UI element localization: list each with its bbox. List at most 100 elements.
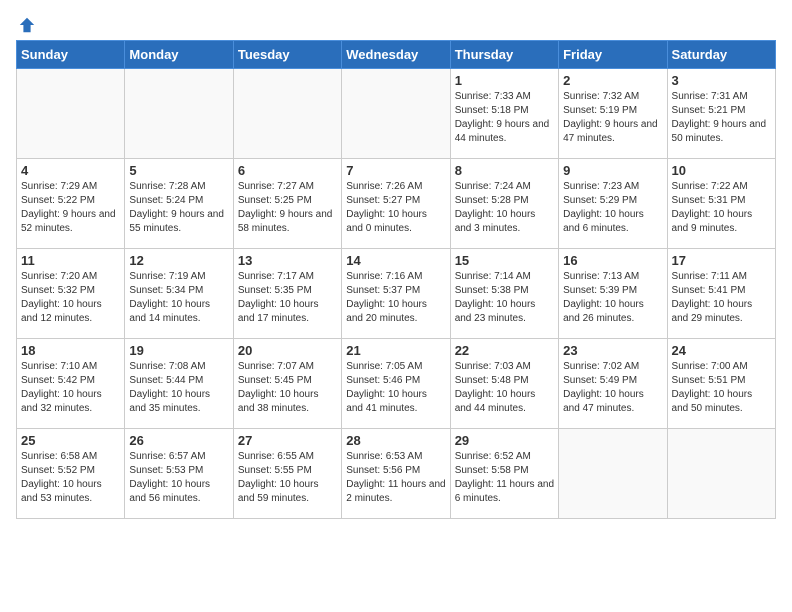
calendar-cell: 28 Sunrise: 6:53 AM Sunset: 5:56 PM Dayli…	[342, 429, 450, 519]
day-info: Sunrise: 6:53 AM Sunset: 5:56 PM Dayligh…	[346, 450, 445, 506]
day-info: Sunrise: 7:16 AM Sunset: 5:37 PM Dayligh…	[346, 270, 445, 326]
calendar-cell	[559, 429, 667, 519]
day-info: Sunrise: 7:23 AM Sunset: 5:29 PM Dayligh…	[563, 180, 662, 236]
day-number: 3	[672, 73, 771, 88]
calendar-cell	[125, 69, 233, 159]
day-number: 12	[129, 253, 228, 268]
day-info: Sunrise: 7:14 AM Sunset: 5:38 PM Dayligh…	[455, 270, 554, 326]
day-number: 18	[21, 343, 120, 358]
day-number: 26	[129, 433, 228, 448]
day-info: Sunrise: 7:07 AM Sunset: 5:45 PM Dayligh…	[238, 360, 337, 416]
day-number: 16	[563, 253, 662, 268]
day-info: Sunrise: 7:11 AM Sunset: 5:41 PM Dayligh…	[672, 270, 771, 326]
day-info: Sunrise: 7:08 AM Sunset: 5:44 PM Dayligh…	[129, 360, 228, 416]
day-number: 14	[346, 253, 445, 268]
weekday-header: Saturday	[667, 41, 775, 69]
day-number: 8	[455, 163, 554, 178]
weekday-header: Monday	[125, 41, 233, 69]
day-number: 23	[563, 343, 662, 358]
calendar-cell	[342, 69, 450, 159]
calendar-cell: 18 Sunrise: 7:10 AM Sunset: 5:42 PM Dayli…	[17, 339, 125, 429]
calendar-cell: 25 Sunrise: 6:58 AM Sunset: 5:52 PM Dayli…	[17, 429, 125, 519]
day-number: 9	[563, 163, 662, 178]
logo	[16, 16, 36, 30]
calendar-cell: 20 Sunrise: 7:07 AM Sunset: 5:45 PM Dayli…	[233, 339, 341, 429]
day-info: Sunrise: 7:24 AM Sunset: 5:28 PM Dayligh…	[455, 180, 554, 236]
calendar-week-row: 11 Sunrise: 7:20 AM Sunset: 5:32 PM Dayli…	[17, 249, 776, 339]
day-info: Sunrise: 6:55 AM Sunset: 5:55 PM Dayligh…	[238, 450, 337, 506]
calendar-cell: 2 Sunrise: 7:32 AM Sunset: 5:19 PM Daylig…	[559, 69, 667, 159]
day-info: Sunrise: 7:00 AM Sunset: 5:51 PM Dayligh…	[672, 360, 771, 416]
day-info: Sunrise: 6:58 AM Sunset: 5:52 PM Dayligh…	[21, 450, 120, 506]
calendar-cell	[667, 429, 775, 519]
calendar-cell: 6Sunrise: 7:27 AM Sunset: 5:25 PM Daylig…	[233, 159, 341, 249]
weekday-header: Friday	[559, 41, 667, 69]
calendar-cell: 29 Sunrise: 6:52 AM Sunset: 5:58 PM Dayli…	[450, 429, 558, 519]
day-number: 11	[21, 253, 120, 268]
day-info: Sunrise: 7:26 AM Sunset: 5:27 PM Dayligh…	[346, 180, 445, 236]
day-info: Sunrise: 7:03 AM Sunset: 5:48 PM Dayligh…	[455, 360, 554, 416]
day-number: 22	[455, 343, 554, 358]
day-number: 19	[129, 343, 228, 358]
day-number: 17	[672, 253, 771, 268]
day-number: 4	[21, 163, 120, 178]
day-number: 15	[455, 253, 554, 268]
calendar-cell: 8 Sunrise: 7:24 AM Sunset: 5:28 PM Daylig…	[450, 159, 558, 249]
day-number: 25	[21, 433, 120, 448]
calendar-cell: 3 Sunrise: 7:31 AM Sunset: 5:21 PM Daylig…	[667, 69, 775, 159]
day-info: Sunrise: 7:31 AM Sunset: 5:21 PM Dayligh…	[672, 90, 771, 146]
calendar-cell: 11 Sunrise: 7:20 AM Sunset: 5:32 PM Dayli…	[17, 249, 125, 339]
calendar-week-row: 1Sunrise: 7:33 AM Sunset: 5:18 PM Daylig…	[17, 69, 776, 159]
day-info: Sunrise: 7:13 AM Sunset: 5:39 PM Dayligh…	[563, 270, 662, 326]
calendar-cell: 13 Sunrise: 7:17 AM Sunset: 5:35 PM Dayli…	[233, 249, 341, 339]
calendar-week-row: 25 Sunrise: 6:58 AM Sunset: 5:52 PM Dayli…	[17, 429, 776, 519]
calendar-cell: 7 Sunrise: 7:26 AM Sunset: 5:27 PM Daylig…	[342, 159, 450, 249]
day-info: Sunrise: 6:52 AM Sunset: 5:58 PM Dayligh…	[455, 450, 554, 506]
day-info: Sunrise: 7:22 AM Sunset: 5:31 PM Dayligh…	[672, 180, 771, 236]
calendar-cell: 12 Sunrise: 7:19 AM Sunset: 5:34 PM Dayli…	[125, 249, 233, 339]
day-info: Sunrise: 7:19 AM Sunset: 5:34 PM Dayligh…	[129, 270, 228, 326]
day-number: 20	[238, 343, 337, 358]
day-number: 13	[238, 253, 337, 268]
day-info: Sunrise: 7:10 AM Sunset: 5:42 PM Dayligh…	[21, 360, 120, 416]
day-info: Sunrise: 7:20 AM Sunset: 5:32 PM Dayligh…	[21, 270, 120, 326]
logo-icon	[18, 16, 36, 34]
day-info: Sunrise: 7:05 AM Sunset: 5:46 PM Dayligh…	[346, 360, 445, 416]
calendar-cell	[233, 69, 341, 159]
calendar-cell: 4Sunrise: 7:29 AM Sunset: 5:22 PM Daylig…	[17, 159, 125, 249]
calendar-cell: 24 Sunrise: 7:00 AM Sunset: 5:51 PM Dayli…	[667, 339, 775, 429]
day-info: Sunrise: 7:02 AM Sunset: 5:49 PM Dayligh…	[563, 360, 662, 416]
calendar-cell: 19 Sunrise: 7:08 AM Sunset: 5:44 PM Dayli…	[125, 339, 233, 429]
calendar-cell: 5 Sunrise: 7:28 AM Sunset: 5:24 PM Daylig…	[125, 159, 233, 249]
day-info: Sunrise: 7:17 AM Sunset: 5:35 PM Dayligh…	[238, 270, 337, 326]
day-number: 2	[563, 73, 662, 88]
day-number: 29	[455, 433, 554, 448]
day-number: 21	[346, 343, 445, 358]
day-info: Sunrise: 7:28 AM Sunset: 5:24 PM Dayligh…	[129, 180, 228, 236]
day-number: 24	[672, 343, 771, 358]
page-header	[16, 16, 776, 30]
calendar-cell: 23 Sunrise: 7:02 AM Sunset: 5:49 PM Dayli…	[559, 339, 667, 429]
weekday-header: Tuesday	[233, 41, 341, 69]
day-info: Sunrise: 7:33 AM Sunset: 5:18 PM Dayligh…	[455, 90, 554, 146]
calendar-cell: 27Sunrise: 6:55 AM Sunset: 5:55 PM Dayli…	[233, 429, 341, 519]
calendar-cell: 1Sunrise: 7:33 AM Sunset: 5:18 PM Daylig…	[450, 69, 558, 159]
day-number: 5	[129, 163, 228, 178]
calendar-cell: 16 Sunrise: 7:13 AM Sunset: 5:39 PM Dayli…	[559, 249, 667, 339]
calendar-cell: 21 Sunrise: 7:05 AM Sunset: 5:46 PM Dayli…	[342, 339, 450, 429]
calendar-cell: 22 Sunrise: 7:03 AM Sunset: 5:48 PM Dayli…	[450, 339, 558, 429]
calendar-cell: 10 Sunrise: 7:22 AM Sunset: 5:31 PM Dayli…	[667, 159, 775, 249]
day-number: 10	[672, 163, 771, 178]
calendar-cell	[17, 69, 125, 159]
calendar-week-row: 18 Sunrise: 7:10 AM Sunset: 5:42 PM Dayli…	[17, 339, 776, 429]
calendar-table: SundayMondayTuesdayWednesdayThursdayFrid…	[16, 40, 776, 519]
calendar-cell: 17 Sunrise: 7:11 AM Sunset: 5:41 PM Dayli…	[667, 249, 775, 339]
day-number: 6	[238, 163, 337, 178]
day-number: 7	[346, 163, 445, 178]
day-info: Sunrise: 7:32 AM Sunset: 5:19 PM Dayligh…	[563, 90, 662, 146]
day-info: Sunrise: 6:57 AM Sunset: 5:53 PM Dayligh…	[129, 450, 228, 506]
day-number: 28	[346, 433, 445, 448]
calendar-week-row: 4Sunrise: 7:29 AM Sunset: 5:22 PM Daylig…	[17, 159, 776, 249]
calendar-cell: 26 Sunrise: 6:57 AM Sunset: 5:53 PM Dayli…	[125, 429, 233, 519]
calendar-cell: 15 Sunrise: 7:14 AM Sunset: 5:38 PM Dayli…	[450, 249, 558, 339]
